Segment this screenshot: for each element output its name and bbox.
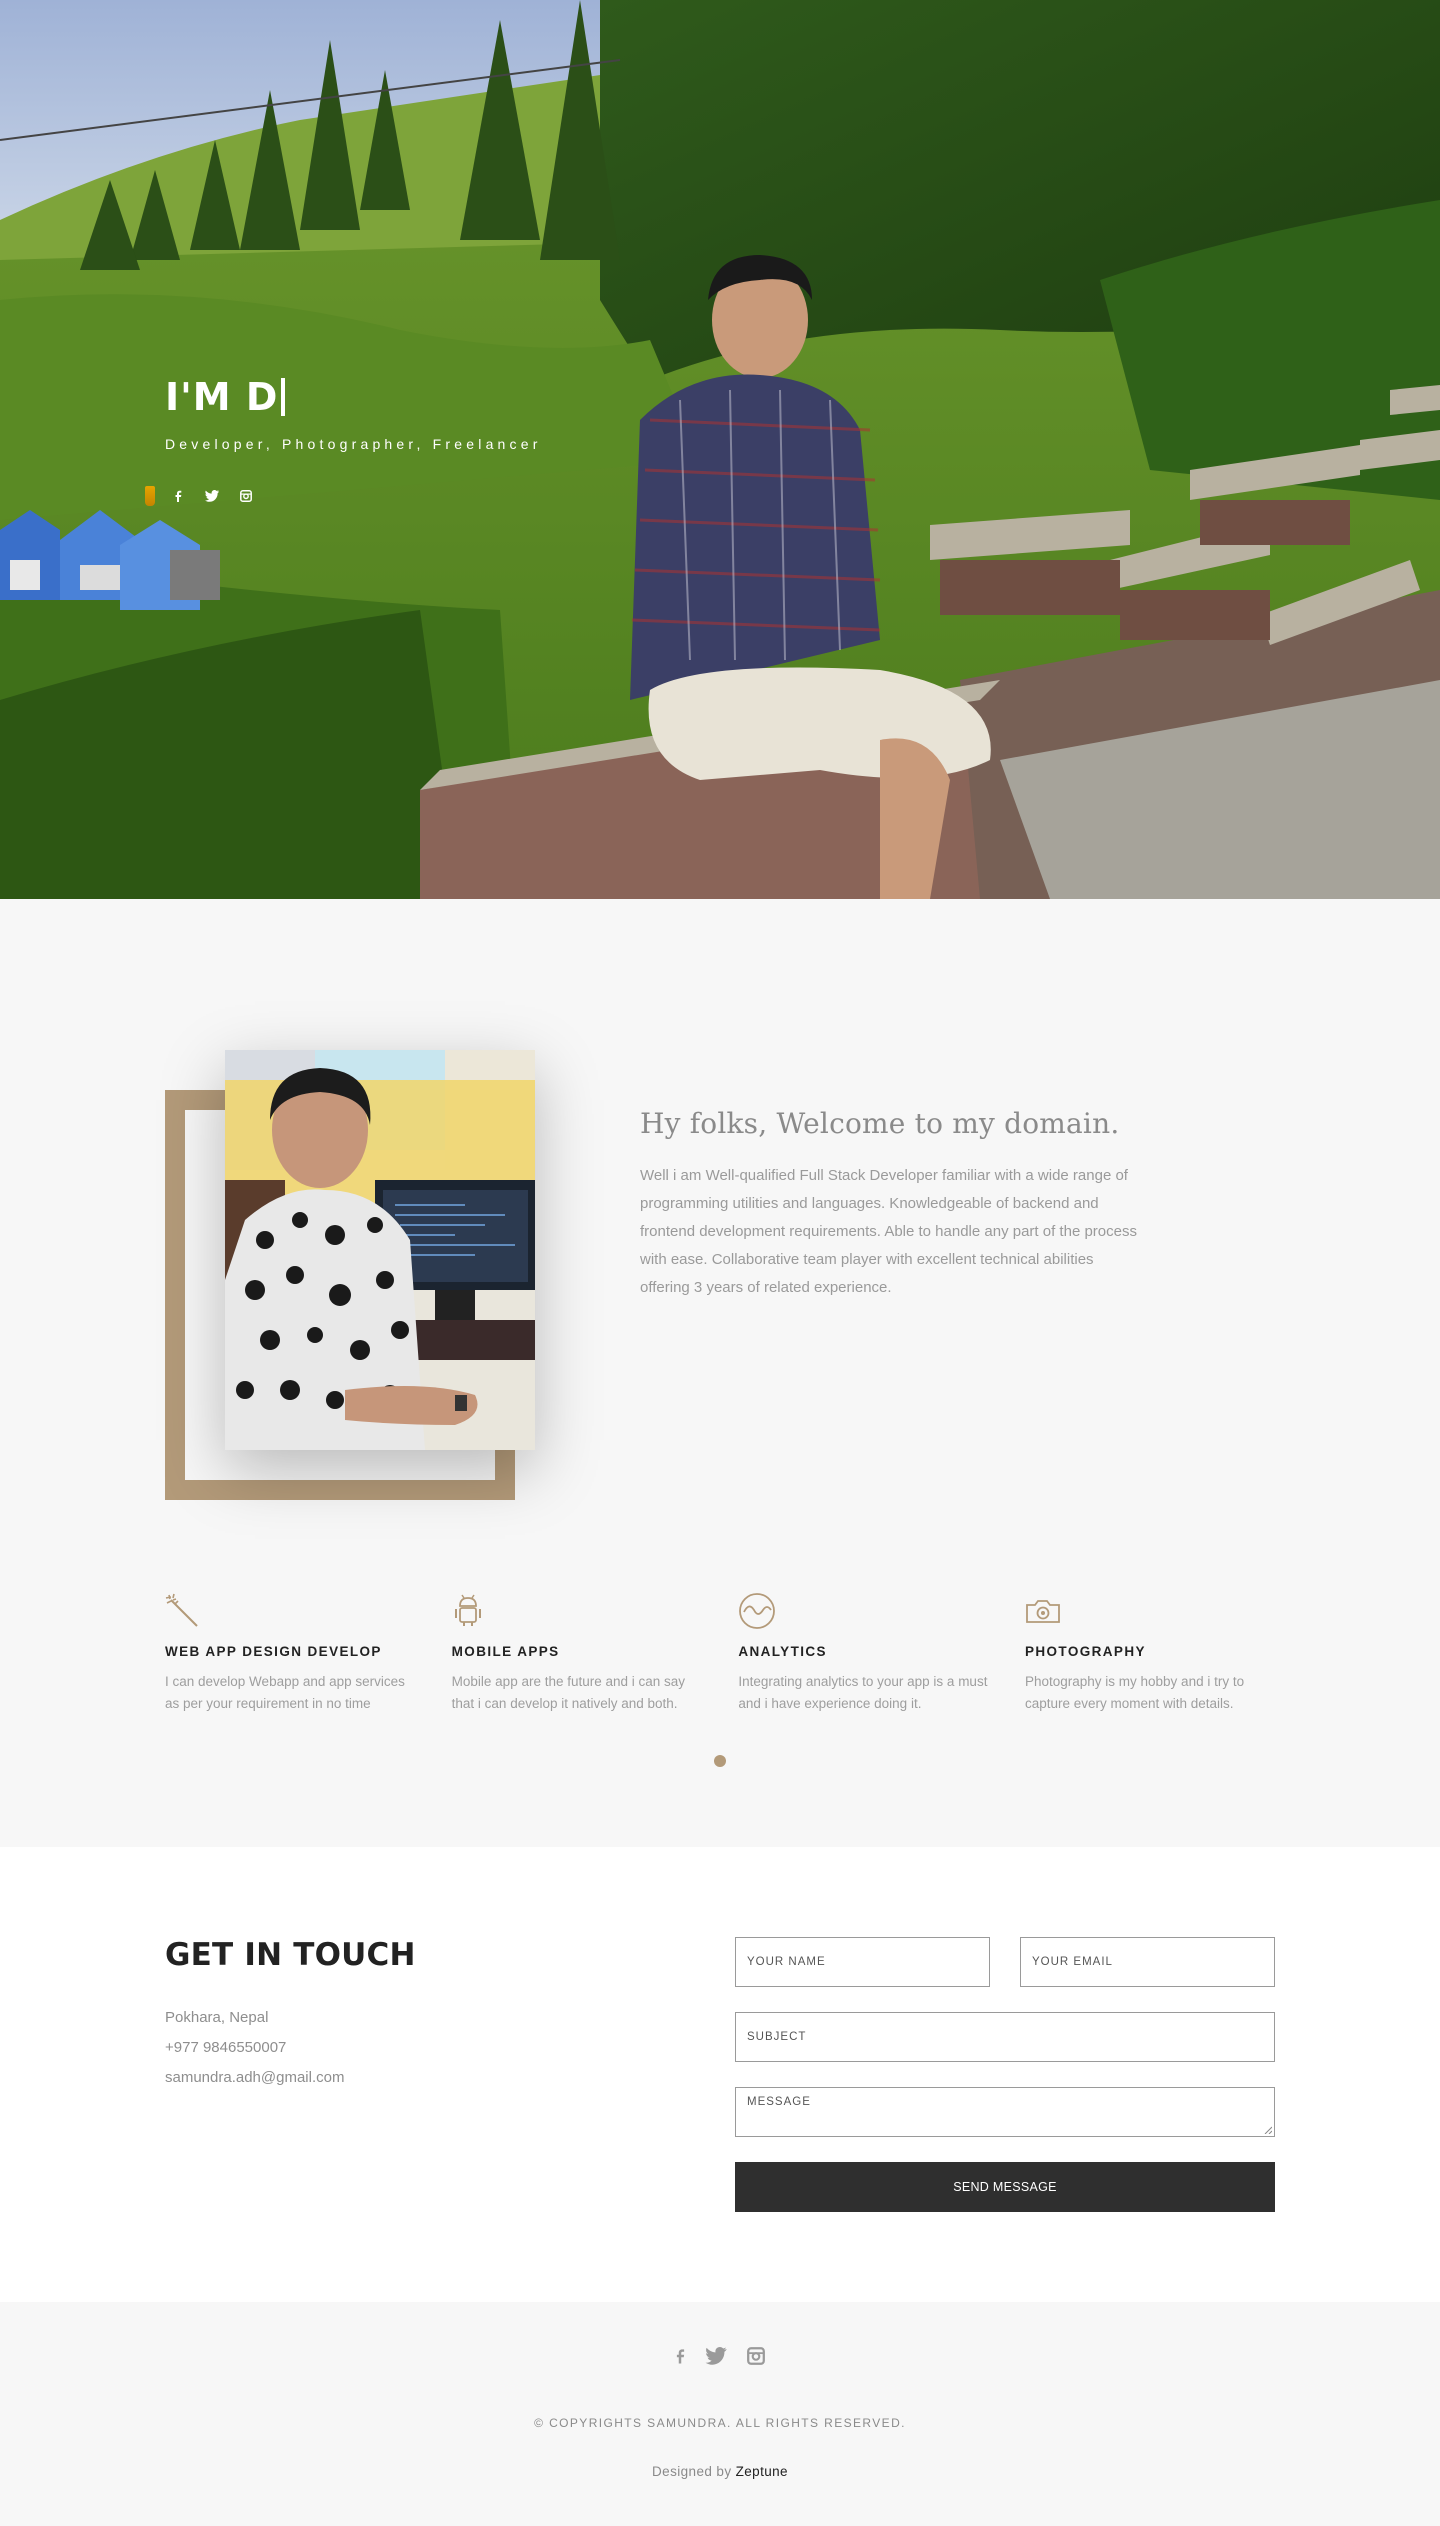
contact-location: Pokhara, Nepal — [165, 2009, 269, 2026]
designer-link[interactable]: Zeptune — [736, 2464, 788, 2479]
send-message-button[interactable]: SEND MESSAGE — [735, 2162, 1275, 2212]
camera-icon — [1025, 1592, 1275, 1628]
service-desc: Mobile app are the future and i can say … — [451, 1674, 686, 1711]
magic-wand-icon — [165, 1592, 415, 1628]
copyright-text: © COPYRIGHTS SAMUNDRA. ALL RIGHTS RESERV… — [534, 2416, 906, 2430]
contact-title: GET IN TOUCH — [165, 1937, 416, 1973]
coffee-cup-icon[interactable] — [145, 486, 155, 506]
service-title: MOBILE APPS — [451, 1644, 560, 1659]
designed-by-prefix: Designed by — [652, 2464, 732, 2479]
instagram-icon[interactable] — [747, 2347, 765, 2370]
hero-title: I'M D — [165, 372, 542, 422]
name-input[interactable]: YOUR NAME — [735, 1937, 990, 1987]
footer: © COPYRIGHTS SAMUNDRA. ALL RIGHTS RESERV… — [0, 2302, 1440, 2526]
android-icon — [452, 1592, 702, 1628]
email-input[interactable]: YOUR EMAIL — [1020, 1937, 1275, 1987]
contact-info: Pokhara, Nepal +977 9846550007 samundra.… — [165, 2003, 344, 2093]
about-body: Well i am Well-qualified Full Stack Deve… — [640, 1167, 1137, 1296]
hero-section: I'M D Developer, Photographer, Freelance… — [0, 0, 1440, 899]
twitter-icon[interactable] — [195, 486, 229, 506]
resize-handle-icon[interactable] — [1264, 2126, 1272, 2134]
analytics-wave-icon — [738, 1592, 988, 1629]
service-title: ANALYTICS — [738, 1644, 827, 1659]
service-desc: Integrating analytics to your app is a m… — [738, 1674, 988, 1711]
message-placeholder: MESSAGE — [747, 2096, 811, 2108]
message-textarea[interactable]: MESSAGE — [735, 2087, 1275, 2137]
about-section: Hy folks, Welcome to my domain. Well i a… — [0, 899, 1440, 1847]
footer-social-links — [0, 2347, 1440, 2370]
profile-photo — [225, 1050, 535, 1450]
services-list: WEB APP DESIGN DEVELOP I can develop Web… — [165, 1592, 1275, 1715]
hero-subtitle: Developer, Photographer, Freelancer — [165, 436, 542, 452]
service-desc: Photography is my hobby and i try to cap… — [1024, 1674, 1245, 1711]
instagram-icon[interactable] — [229, 486, 263, 506]
service-item: ANALYTICS Integrating analytics to your … — [738, 1592, 988, 1715]
contact-section: GET IN TOUCH Pokhara, Nepal +977 9846550… — [0, 1847, 1440, 2302]
carousel-dot[interactable] — [714, 1755, 726, 1767]
about-copy: Hy folks, Welcome to my domain. Well i a… — [640, 1107, 1145, 1302]
hero-social-links — [145, 486, 263, 506]
service-item: MOBILE APPS Mobile app are the future an… — [452, 1592, 702, 1715]
hero-title-text: I'M D — [165, 375, 279, 419]
service-title: PHOTOGRAPHY — [1024, 1644, 1146, 1659]
about-title: Hy folks, Welcome to my domain. — [640, 1107, 1120, 1140]
facebook-icon[interactable] — [161, 486, 195, 506]
subject-input[interactable]: SUBJECT — [735, 2012, 1275, 2062]
service-desc: I can develop Webapp and app services as… — [165, 1674, 405, 1711]
twitter-icon[interactable] — [705, 2347, 727, 2370]
designed-by: Designed by Zeptune — [0, 2464, 1440, 2479]
contact-phone[interactable]: +977 9846550007 — [165, 2033, 344, 2063]
typing-cursor — [281, 378, 286, 416]
facebook-icon[interactable] — [675, 2347, 685, 2370]
service-item: PHOTOGRAPHY Photography is my hobby and … — [1025, 1592, 1275, 1715]
contact-email[interactable]: samundra.adh@gmail.com — [165, 2063, 344, 2093]
hero-intro: I'M D Developer, Photographer, Freelance… — [165, 372, 542, 452]
service-title: WEB APP DESIGN DEVELOP — [165, 1644, 382, 1659]
service-item: WEB APP DESIGN DEVELOP I can develop Web… — [165, 1592, 415, 1715]
